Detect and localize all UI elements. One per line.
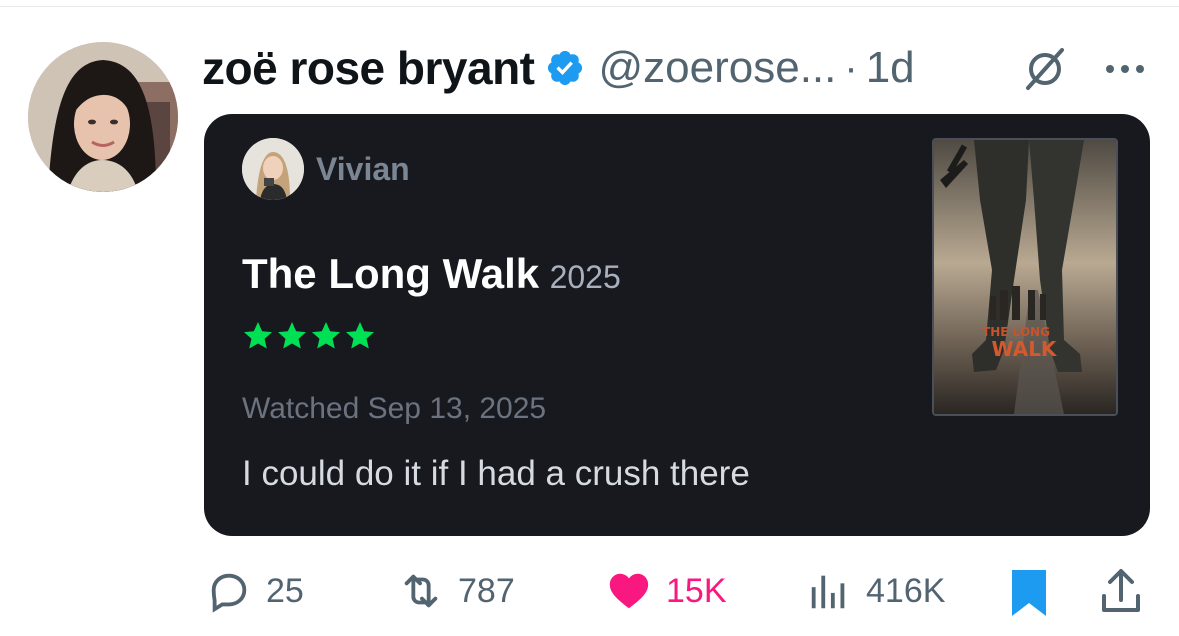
repost-count: 787 <box>458 571 515 610</box>
star-icon <box>244 322 272 349</box>
film-poster: THE LONG WALK <box>932 138 1118 416</box>
bookmark-icon <box>1012 570 1046 616</box>
watched-date: Watched Sep 13, 2025 <box>242 392 547 425</box>
film-line: The Long Walk 2025 <box>242 250 621 298</box>
reviewer-name: Vivian <box>316 150 410 187</box>
star-icon <box>312 322 340 349</box>
film-title: The Long Walk <box>242 250 540 297</box>
tweet-header: zoë rose bryant @zoerose... · 1d <box>202 38 915 98</box>
heart-icon <box>609 573 649 609</box>
film-year: 2025 <box>549 259 621 295</box>
view-count: 416K <box>866 571 946 610</box>
bookmark-button[interactable] <box>1006 568 1052 618</box>
star-rating <box>242 320 376 352</box>
views-button[interactable]: 416K <box>806 568 945 614</box>
views-icon <box>811 575 845 609</box>
repost-icon <box>404 574 438 608</box>
share-button[interactable] <box>1098 566 1144 616</box>
reviewer: Vivian <box>242 138 410 200</box>
author-handle[interactable]: @zoerose... <box>599 43 837 93</box>
review-card[interactable]: Vivian The Long Walk 2025 Watched Sep 13… <box>204 114 1150 536</box>
star-icon <box>278 322 306 349</box>
review-text: I could do it if I had a crush there <box>242 454 750 493</box>
poster-title-line2: WALK <box>992 337 1058 361</box>
reply-icon <box>211 573 247 613</box>
star-icon <box>346 322 374 349</box>
more-icon[interactable] <box>1100 54 1150 84</box>
post-time[interactable]: 1d <box>866 43 915 93</box>
separator-dot: · <box>844 45 858 90</box>
author-display-name[interactable]: zoë rose bryant <box>202 41 535 95</box>
action-bar: 25 787 15K 416K <box>0 560 1179 624</box>
verified-badge-icon[interactable] <box>545 48 585 88</box>
reviewer-avatar <box>242 138 304 200</box>
like-button[interactable]: 15K <box>606 568 727 614</box>
share-icon <box>1102 569 1140 612</box>
author-avatar[interactable] <box>28 42 178 192</box>
like-count: 15K <box>666 571 727 610</box>
reply-button[interactable]: 25 <box>206 568 304 614</box>
grok-icon[interactable] <box>1020 44 1070 94</box>
repost-button[interactable]: 787 <box>398 568 515 614</box>
reply-count: 25 <box>266 571 304 610</box>
top-divider <box>0 6 1179 7</box>
